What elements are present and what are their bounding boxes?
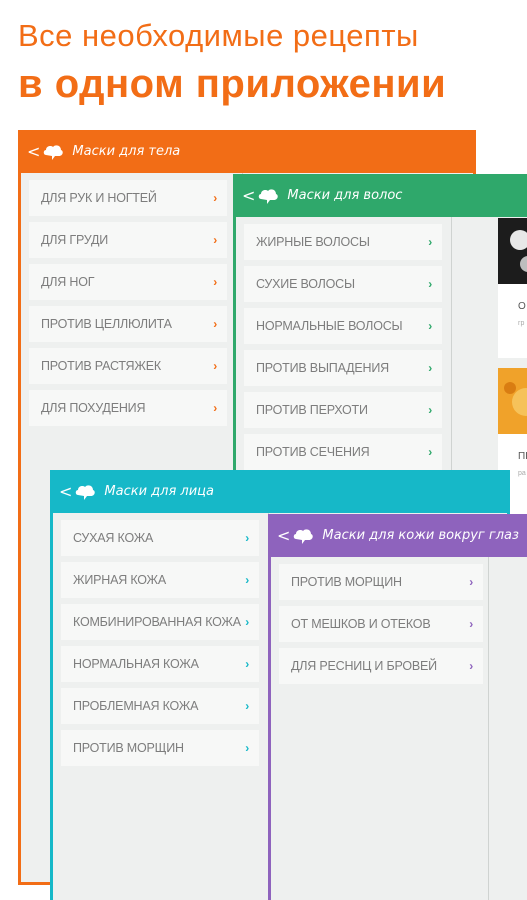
panel-header: < Маски для лица: [53, 470, 507, 513]
chevron-right-icon: ›: [469, 575, 473, 589]
panel-header: < Маски для кожи вокруг глаз: [271, 514, 527, 557]
chevron-right-icon: ›: [245, 699, 249, 713]
category-label: КОМБИНИРОВАННАЯ КОЖА: [73, 615, 241, 629]
chevron-right-icon: ›: [245, 657, 249, 671]
panel-header: < Маски для тела: [21, 130, 473, 173]
category-item[interactable]: ПРОТИВ ЦЕЛЛЮЛИТА ›: [29, 306, 227, 342]
category-list: ПРОТИВ МОРЩИН › ОТ МЕШКОВ И ОТЕКОВ › ДЛЯ Р…: [271, 557, 489, 900]
promo-subheadline: в одном приложении: [18, 62, 447, 106]
category-item[interactable]: ПРОТИВ РАСТЯЖЕК ›: [29, 348, 227, 384]
chevron-left-icon[interactable]: <: [242, 186, 255, 205]
panel-title: Маски для тела: [72, 144, 181, 159]
app-logo-icon: [44, 144, 64, 160]
category-label: ЖИРНЫЕ ВОЛОСЫ: [256, 235, 370, 249]
chevron-right-icon: ›: [245, 573, 249, 587]
category-item[interactable]: ДЛЯ ГРУДИ ›: [29, 222, 227, 258]
category-item[interactable]: ПРОТИВ ВЫПАДЕНИЯ ›: [244, 350, 442, 386]
category-label: ПРОТИВ СЕЧЕНИЯ: [256, 445, 370, 459]
chevron-right-icon: ›: [469, 617, 473, 631]
category-label: СУХАЯ КОЖА: [73, 531, 154, 545]
category-label: ДЛЯ РУК И НОГТЕЙ: [41, 191, 157, 205]
category-item[interactable]: НОРМАЛЬНЫЕ ВОЛОСЫ ›: [244, 308, 442, 344]
category-label: ОТ МЕШКОВ И ОТЕКОВ: [291, 617, 431, 631]
chevron-right-icon: ›: [428, 361, 432, 375]
category-item[interactable]: ОТ МЕШКОВ И ОТЕКОВ ›: [279, 606, 483, 642]
category-label: НОРМАЛЬНАЯ КОЖА: [73, 657, 199, 671]
category-item[interactable]: ПРОТИВ СЕЧЕНИЯ ›: [244, 434, 442, 470]
chevron-right-icon: ›: [245, 615, 249, 629]
category-list: СУХАЯ КОЖА › ЖИРНАЯ КОЖА › КОМБИНИРОВАННАЯ…: [53, 513, 269, 900]
chevron-right-icon: ›: [213, 359, 217, 373]
chevron-right-icon: ›: [428, 319, 432, 333]
category-label: ПРОТИВ ЦЕЛЛЮЛИТА: [41, 317, 172, 331]
chevron-right-icon: ›: [213, 317, 217, 331]
chevron-right-icon: ›: [428, 403, 432, 417]
recipe-card[interactable]: О гр: [498, 218, 527, 358]
category-item[interactable]: ПРОТИВ МОРЩИН ›: [279, 564, 483, 600]
category-label: ПРОБЛЕМНАЯ КОЖА: [73, 699, 199, 713]
category-item[interactable]: ДЛЯ ПОХУДЕНИЯ ›: [29, 390, 227, 426]
category-label: ПРОТИВ МОРЩИН: [291, 575, 402, 589]
category-label: ДЛЯ ПОХУДЕНИЯ: [41, 401, 146, 415]
category-label: ДЛЯ РЕСНИЦ И БРОВЕЙ: [291, 659, 437, 673]
chevron-right-icon: ›: [245, 531, 249, 545]
category-item[interactable]: КОМБИНИРОВАННАЯ КОЖА ›: [61, 604, 259, 640]
recipe-thumbnail: [498, 368, 527, 434]
category-item[interactable]: ДЛЯ РЕСНИЦ И БРОВЕЙ ›: [279, 648, 483, 684]
category-label: ПРОТИВ РАСТЯЖЕК: [41, 359, 161, 373]
category-item[interactable]: ЖИРНАЯ КОЖА ›: [61, 562, 259, 598]
chevron-left-icon[interactable]: <: [59, 482, 72, 501]
chevron-right-icon: ›: [428, 277, 432, 291]
category-item[interactable]: ДЛЯ НОГ ›: [29, 264, 227, 300]
promo-headline: Все необходимые рецепты: [18, 18, 419, 53]
panel-header: < Маски для волос: [236, 174, 527, 217]
category-label: ЖИРНАЯ КОЖА: [73, 573, 166, 587]
category-item[interactable]: ЖИРНЫЕ ВОЛОСЫ ›: [244, 224, 442, 260]
category-item[interactable]: ПРОТИВ ПЕРХОТИ ›: [244, 392, 442, 428]
category-label: ПРОТИВ ПЕРХОТИ: [256, 403, 368, 417]
panel-hair-masks: < Маски для волос ЖИРНЫЕ ВОЛОСЫ › СУХИЕ В…: [233, 174, 527, 474]
chevron-right-icon: ›: [428, 235, 432, 249]
chevron-right-icon: ›: [213, 401, 217, 415]
panel-title: Маски для лица: [104, 484, 214, 499]
chevron-left-icon[interactable]: <: [277, 526, 290, 545]
recipe-meta: гр: [518, 320, 525, 327]
recipe-title: ПЕ: [518, 451, 527, 462]
chevron-right-icon: ›: [469, 659, 473, 673]
chevron-right-icon: ›: [213, 191, 217, 205]
category-label: ПРОТИВ ВЫПАДЕНИЯ: [256, 361, 389, 375]
chevron-right-icon: ›: [213, 275, 217, 289]
app-logo-icon: [294, 528, 314, 544]
app-logo-icon: [259, 188, 279, 204]
panel-title: Маски для кожи вокруг глаз: [322, 528, 519, 543]
category-item[interactable]: НОРМАЛЬНАЯ КОЖА ›: [61, 646, 259, 682]
chevron-right-icon: ›: [213, 233, 217, 247]
recipe-thumbnail: [498, 218, 527, 284]
category-label: ПРОТИВ МОРЩИН: [73, 741, 184, 755]
category-item[interactable]: ПРОБЛЕМНАЯ КОЖА ›: [61, 688, 259, 724]
category-label: ДЛЯ ГРУДИ: [41, 233, 109, 247]
chevron-right-icon: ›: [428, 445, 432, 459]
category-item[interactable]: ПРОТИВ МОРЩИН ›: [61, 730, 259, 766]
category-label: НОРМАЛЬНЫЕ ВОЛОСЫ: [256, 319, 403, 333]
recipe-card[interactable]: ПЕ ра: [498, 368, 527, 478]
category-label: СУХИЕ ВОЛОСЫ: [256, 277, 355, 291]
category-item[interactable]: ДЛЯ РУК И НОГТЕЙ ›: [29, 180, 227, 216]
panel-eye-masks: < Маски для кожи вокруг глаз ПРОТИВ МОРЩ…: [268, 514, 527, 900]
category-list: ЖИРНЫЕ ВОЛОСЫ › СУХИЕ ВОЛОСЫ › НОРМАЛЬНЫЕ …: [236, 217, 452, 471]
category-label: ДЛЯ НОГ: [41, 275, 95, 289]
chevron-right-icon: ›: [245, 741, 249, 755]
category-item[interactable]: СУХАЯ КОЖА ›: [61, 520, 259, 556]
recipe-title: О: [518, 301, 526, 312]
app-logo-icon: [76, 484, 96, 500]
panel-title: Маски для волос: [287, 188, 403, 203]
category-item[interactable]: СУХИЕ ВОЛОСЫ ›: [244, 266, 442, 302]
chevron-left-icon[interactable]: <: [27, 142, 40, 161]
